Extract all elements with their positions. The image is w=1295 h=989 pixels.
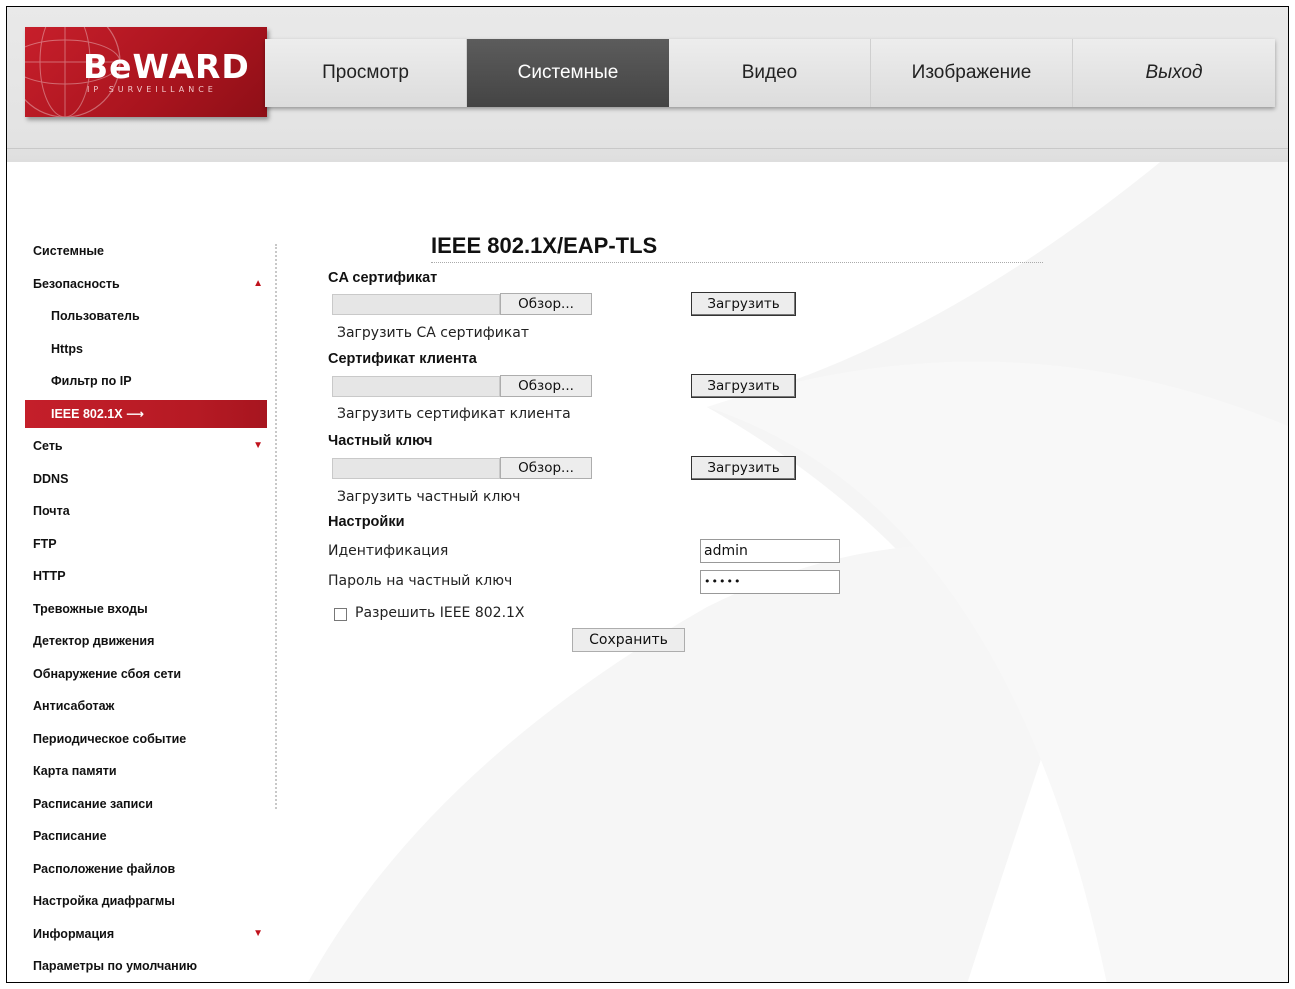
ca-browse-button[interactable]: Обзор... xyxy=(500,293,592,315)
client-cert-section-title: Сертификат клиента xyxy=(328,351,477,367)
expand-arrow-icon[interactable]: ▼ xyxy=(253,918,263,951)
logo-text: BeWARD xyxy=(83,47,250,86)
sidebar-menu: Системные Безопасность ▲ Пользователь Htt… xyxy=(25,235,267,982)
client-cert-upload-button[interactable]: Загрузить xyxy=(691,374,796,398)
nav-video[interactable]: Видео xyxy=(669,39,871,107)
sidebar-item-security[interactable]: Безопасность ▲ xyxy=(25,268,267,301)
sidebar-item-label: Информация xyxy=(33,926,115,941)
client-cert-browse-button[interactable]: Обзор... xyxy=(500,375,592,397)
sidebar-item-label: Https xyxy=(51,341,83,356)
sidebar-item-network-failure[interactable]: Обнаружение сбоя сети xyxy=(25,658,267,691)
sidebar-item-ddns[interactable]: DDNS xyxy=(25,463,267,496)
sidebar-item-label: Расположение файлов xyxy=(33,861,176,876)
sidebar-item-tamper[interactable]: Антисаботаж xyxy=(25,690,267,723)
private-key-upload-button[interactable]: Загрузить xyxy=(691,456,796,480)
nav-logout[interactable]: Выход xyxy=(1073,39,1275,107)
sidebar-item-periodic-event[interactable]: Периодическое событие xyxy=(25,723,267,756)
sidebar-item-label: Безопасность xyxy=(33,276,120,291)
client-cert-hint: Загрузить сертификат клиента xyxy=(337,406,571,422)
sidebar-item-label: Антисаботаж xyxy=(33,699,115,713)
identity-label: Идентификация xyxy=(328,543,449,559)
title-divider xyxy=(431,262,1043,263)
sidebar-item-motion-detector[interactable]: Детектор движения xyxy=(25,625,267,658)
top-navigation: Просмотр Системные Видео Изображение Вых… xyxy=(265,39,1275,107)
enable-ieee8021x-checkbox[interactable] xyxy=(334,608,347,621)
sidebar-item-ftp[interactable]: FTP xyxy=(25,528,267,561)
beward-logo: BeWARD IP SURVEILLANCE xyxy=(25,27,267,117)
sidebar-divider xyxy=(275,244,277,809)
page-title: IEEE 802.1X/EAP-TLS xyxy=(431,233,658,258)
sidebar-item-label: Детектор движения xyxy=(33,634,155,648)
sidebar-item-alarm-inputs[interactable]: Тревожные входы xyxy=(25,593,267,626)
sidebar-item-defaults[interactable]: Параметры по умолчанию xyxy=(25,950,267,982)
sidebar-item-ieee8021x[interactable]: IEEE 802.1X ⟶ xyxy=(25,399,267,428)
enable-ieee8021x-label: Разрешить IEEE 802.1X xyxy=(355,605,525,621)
sidebar-item-mail[interactable]: Почта xyxy=(25,495,267,528)
sidebar-item-schedule[interactable]: Расписание xyxy=(25,820,267,853)
settings-section-title: Настройки xyxy=(328,514,405,530)
nav-view[interactable]: Просмотр xyxy=(265,39,467,107)
sidebar-item-information[interactable]: Информация ▼ xyxy=(25,918,267,951)
sidebar-item-label: Почта xyxy=(33,504,70,518)
sidebar-item-label: Тревожные входы xyxy=(33,601,148,616)
private-key-password-label: Пароль на частный ключ xyxy=(328,573,513,589)
sidebar-item-user[interactable]: Пользователь xyxy=(25,300,267,333)
sidebar-item-label: Фильтр по IP xyxy=(51,374,132,388)
sidebar-item-file-location[interactable]: Расположение файлов xyxy=(25,853,267,886)
sidebar-item-label: Расписание записи xyxy=(33,796,153,811)
ca-file-path[interactable] xyxy=(332,294,500,315)
private-key-file-path[interactable] xyxy=(332,458,500,479)
app-window: BeWARD IP SURVEILLANCE Просмотр Системны… xyxy=(6,6,1289,983)
sidebar-item-label: Периодическое событие xyxy=(33,731,187,746)
ca-hint: Загрузить CA сертификат xyxy=(337,325,529,341)
save-button[interactable]: Сохранить xyxy=(572,628,685,652)
sidebar-item-ip-filter[interactable]: Фильтр по IP xyxy=(25,365,267,398)
collapse-arrow-icon[interactable]: ▲ xyxy=(253,268,263,301)
sidebar-item-label: Пользователь xyxy=(51,309,140,323)
sidebar-item-network[interactable]: Сеть ▼ xyxy=(25,430,267,463)
sidebar-item-record-schedule[interactable]: Расписание записи xyxy=(25,788,267,821)
sidebar-item-label: Карта памяти xyxy=(33,764,117,778)
sidebar-item-memory-card[interactable]: Карта памяти xyxy=(25,755,267,788)
sidebar-item-label: DDNS xyxy=(33,471,69,486)
private-key-browse-button[interactable]: Обзор... xyxy=(500,457,592,479)
sidebar-item-https[interactable]: Https xyxy=(25,333,267,366)
sidebar-item-label: HTTP xyxy=(33,569,66,583)
expand-arrow-icon[interactable]: ▼ xyxy=(253,430,263,463)
client-cert-file-path[interactable] xyxy=(332,376,500,397)
sidebar-item-label: Системные xyxy=(33,244,104,258)
logo-subtitle: IP SURVEILLANCE xyxy=(87,85,217,94)
header-divider xyxy=(7,148,1288,149)
private-key-section-title: Частный ключ xyxy=(328,433,433,449)
sidebar-item-system[interactable]: Системные xyxy=(25,235,267,268)
ca-upload-button[interactable]: Загрузить xyxy=(691,292,796,316)
nav-image[interactable]: Изображение xyxy=(871,39,1073,107)
sidebar-item-label: Обнаружение сбоя сети xyxy=(33,666,182,681)
identity-input[interactable] xyxy=(700,539,840,563)
private-key-hint: Загрузить частный ключ xyxy=(337,489,521,505)
sidebar-item-http[interactable]: HTTP xyxy=(25,560,267,593)
nav-system[interactable]: Системные xyxy=(467,39,669,107)
sidebar-item-label: Сеть xyxy=(33,439,63,453)
sidebar-item-iris-settings[interactable]: Настройка диафрагмы xyxy=(25,885,267,918)
ca-section-title: CA сертификат xyxy=(328,270,438,286)
sidebar-item-label: Настройка диафрагмы xyxy=(33,894,175,908)
sidebar-item-label: Расписание xyxy=(33,829,107,843)
sidebar-item-label: IEEE 802.1X ⟶ xyxy=(51,406,144,421)
sidebar-item-label: Параметры по умолчанию xyxy=(33,959,198,973)
private-key-password-input[interactable]: ••••• xyxy=(700,570,840,594)
sidebar-item-label: FTP xyxy=(33,536,57,551)
